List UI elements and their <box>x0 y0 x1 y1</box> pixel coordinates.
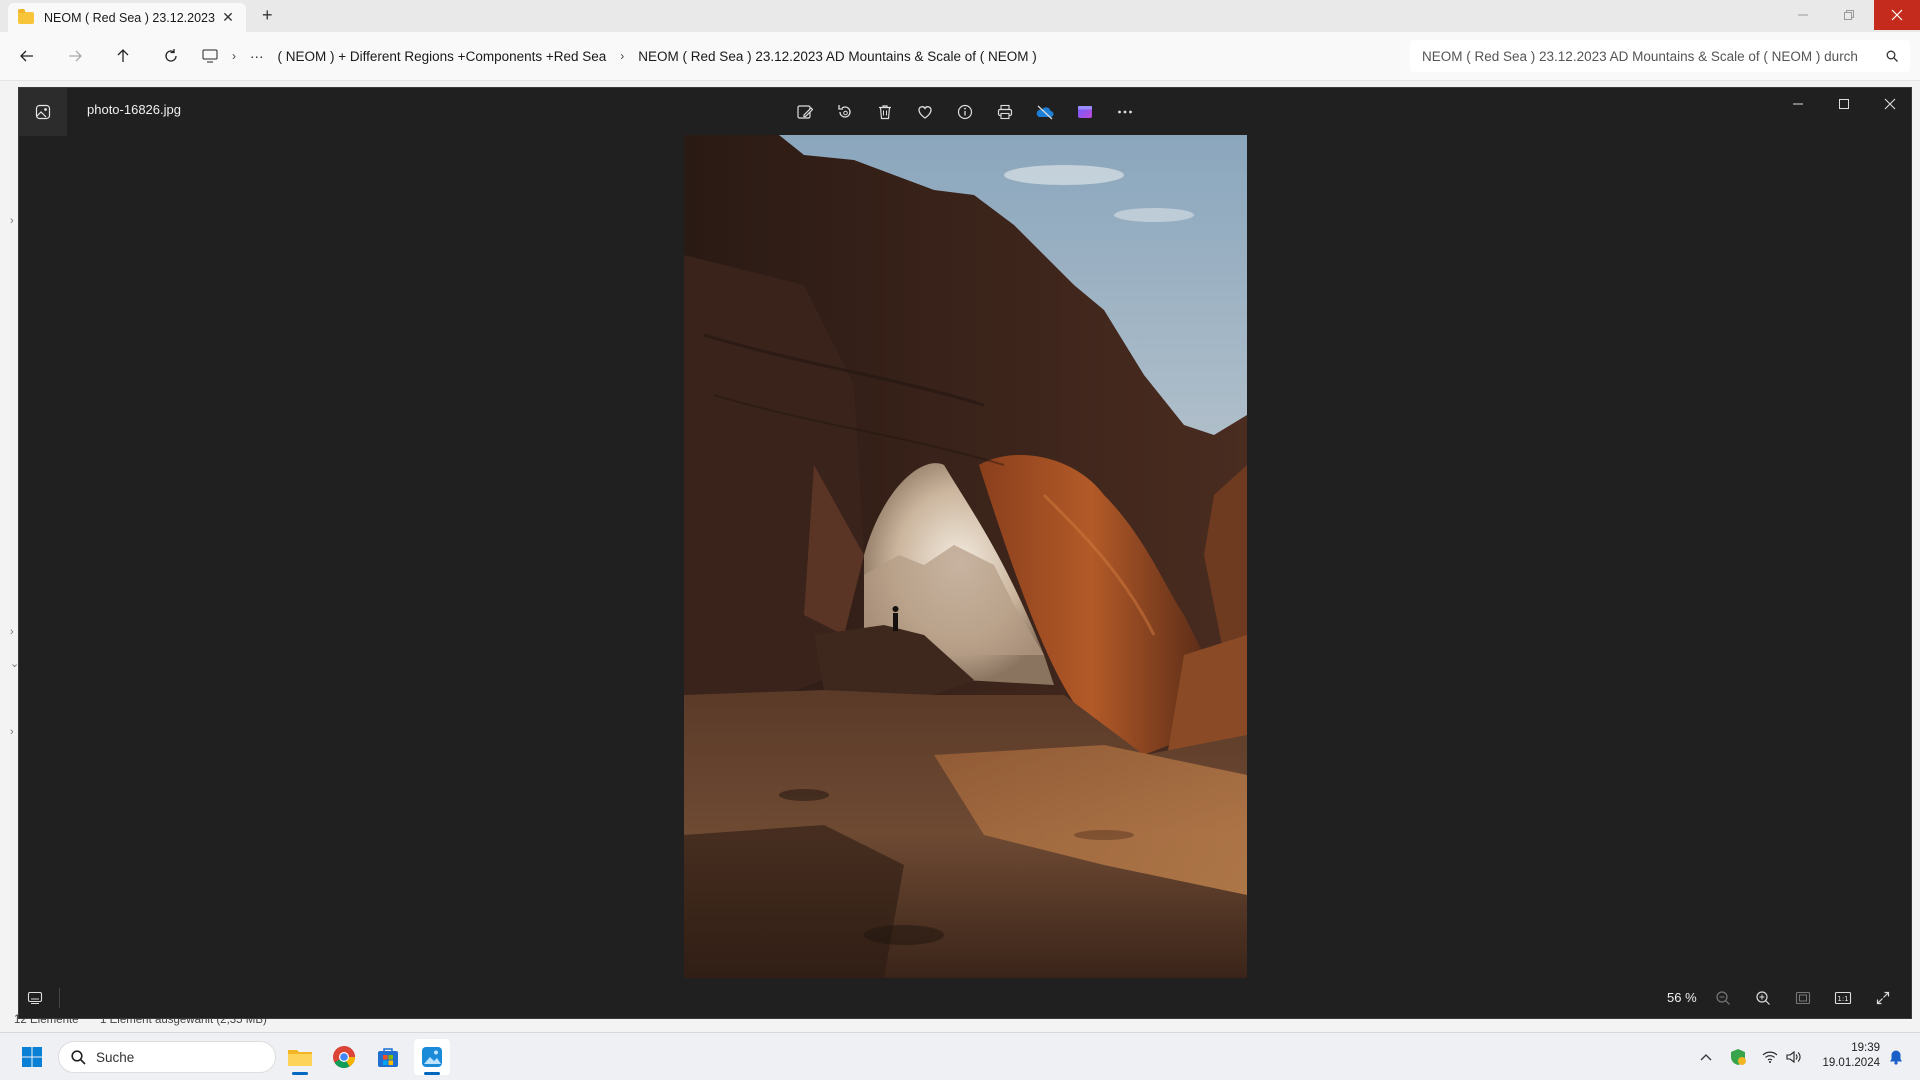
explorer-minimize-button[interactable] <box>1780 0 1826 30</box>
breadcrumb-item-current[interactable]: NEOM ( Red Sea ) 23.12.2023 AD Mountains… <box>638 49 1036 64</box>
store-taskbar-icon[interactable] <box>370 1039 406 1075</box>
file-explorer-taskbar-icon[interactable] <box>282 1039 318 1075</box>
taskbar-search-label: Suche <box>96 1049 135 1065</box>
start-button[interactable] <box>14 1039 50 1075</box>
security-shield-icon[interactable] <box>1728 1047 1748 1067</box>
zoom-out-button[interactable] <box>1711 986 1735 1010</box>
rotate-button[interactable] <box>831 98 859 126</box>
chevron-up-icon[interactable] <box>1696 1047 1716 1067</box>
onedrive-cloud-icon[interactable] <box>1031 98 1059 126</box>
computer-icon[interactable] <box>202 49 218 63</box>
folder-icon <box>18 8 34 24</box>
back-button[interactable] <box>16 45 38 67</box>
chevron-right-icon[interactable]: › <box>232 49 236 63</box>
viewer-minimize-button[interactable] <box>1775 88 1821 120</box>
delete-button[interactable] <box>871 98 899 126</box>
search-icon <box>71 1049 86 1065</box>
viewer-maximize-button[interactable] <box>1821 88 1867 120</box>
print-button[interactable] <box>991 98 1019 126</box>
clipchamp-icon[interactable] <box>1071 98 1099 126</box>
explorer-close-button[interactable] <box>1874 0 1920 30</box>
clock-time: 19:39 <box>1851 1042 1880 1054</box>
chevron-right-icon[interactable]: › <box>10 726 14 738</box>
clock-date: 19.01.2024 <box>1822 1057 1880 1069</box>
explorer-tab[interactable]: NEOM ( Red Sea ) 23.12.2023 ✕ <box>8 3 246 32</box>
filmstrip-toggle-button[interactable] <box>23 986 47 1010</box>
explorer-search-text: NEOM ( Red Sea ) 23.12.2023 AD Mountains… <box>1422 48 1858 64</box>
chrome-taskbar-icon[interactable] <box>326 1039 362 1075</box>
fit-to-window-button[interactable] <box>1791 986 1815 1010</box>
explorer-navigation-pane: › › ⌄ › <box>0 81 19 1031</box>
photos-app-icon <box>19 88 67 136</box>
favorite-heart-button[interactable] <box>911 98 939 126</box>
volume-icon[interactable] <box>1784 1047 1804 1067</box>
photos-viewer-window: photo-16826.jpg 56 % 1:1 <box>18 87 1912 1019</box>
viewer-close-button[interactable] <box>1867 88 1911 120</box>
more-options-icon[interactable] <box>1111 98 1139 126</box>
breadcrumb: › ··· ( NEOM ) + Different Regions +Comp… <box>202 40 1402 72</box>
search-icon <box>1886 50 1898 62</box>
zoom-level[interactable]: 56 % <box>1667 990 1697 1005</box>
notification-bell-icon[interactable] <box>1886 1047 1906 1067</box>
refresh-button[interactable] <box>160 45 182 67</box>
photos-taskbar-icon[interactable] <box>414 1039 450 1075</box>
photo-image <box>684 135 1247 978</box>
running-indicator <box>424 1072 440 1075</box>
chevron-right-icon[interactable]: › <box>10 215 14 227</box>
chevron-right-icon[interactable]: › <box>620 49 624 63</box>
explorer-tab-title: NEOM ( Red Sea ) 23.12.2023 <box>44 10 215 25</box>
forward-button[interactable] <box>64 45 86 67</box>
fullscreen-button[interactable] <box>1871 986 1895 1010</box>
explorer-search-input[interactable]: NEOM ( Red Sea ) 23.12.2023 AD Mountains… <box>1410 40 1910 72</box>
explorer-restore-button[interactable] <box>1826 0 1872 30</box>
explorer-address-bar: › ··· ( NEOM ) + Different Regions +Comp… <box>0 32 1920 81</box>
more-crumbs-icon[interactable]: ··· <box>250 49 264 64</box>
info-button[interactable] <box>951 98 979 126</box>
edit-image-button[interactable] <box>791 98 819 126</box>
viewer-bottom-bar: 56 % 1:1 <box>19 978 1911 1018</box>
actual-size-button[interactable]: 1:1 <box>1831 986 1855 1010</box>
wifi-icon[interactable] <box>1760 1047 1780 1067</box>
viewer-toolbar <box>791 98 1139 126</box>
tab-close-icon[interactable]: ✕ <box>220 9 236 26</box>
taskbar-search-input[interactable]: Suche <box>58 1041 276 1073</box>
bottom-bar-divider <box>59 988 60 1008</box>
taskbar: Suche 19:39 19.01.2024 <box>0 1032 1920 1080</box>
new-tab-button[interactable]: + <box>262 5 273 26</box>
chevron-right-icon[interactable]: › <box>10 626 14 638</box>
zoom-in-button[interactable] <box>1751 986 1775 1010</box>
breadcrumb-item-parent[interactable]: ( NEOM ) + Different Regions +Components… <box>278 49 607 64</box>
up-button[interactable] <box>112 45 134 67</box>
explorer-tab-strip: NEOM ( Red Sea ) 23.12.2023 ✕ + <box>0 0 1920 32</box>
viewer-filename: photo-16826.jpg <box>87 102 181 117</box>
running-indicator <box>292 1072 308 1075</box>
system-clock[interactable]: 19:39 19.01.2024 <box>1808 1041 1880 1071</box>
svg-text:1:1: 1:1 <box>1837 995 1848 1003</box>
